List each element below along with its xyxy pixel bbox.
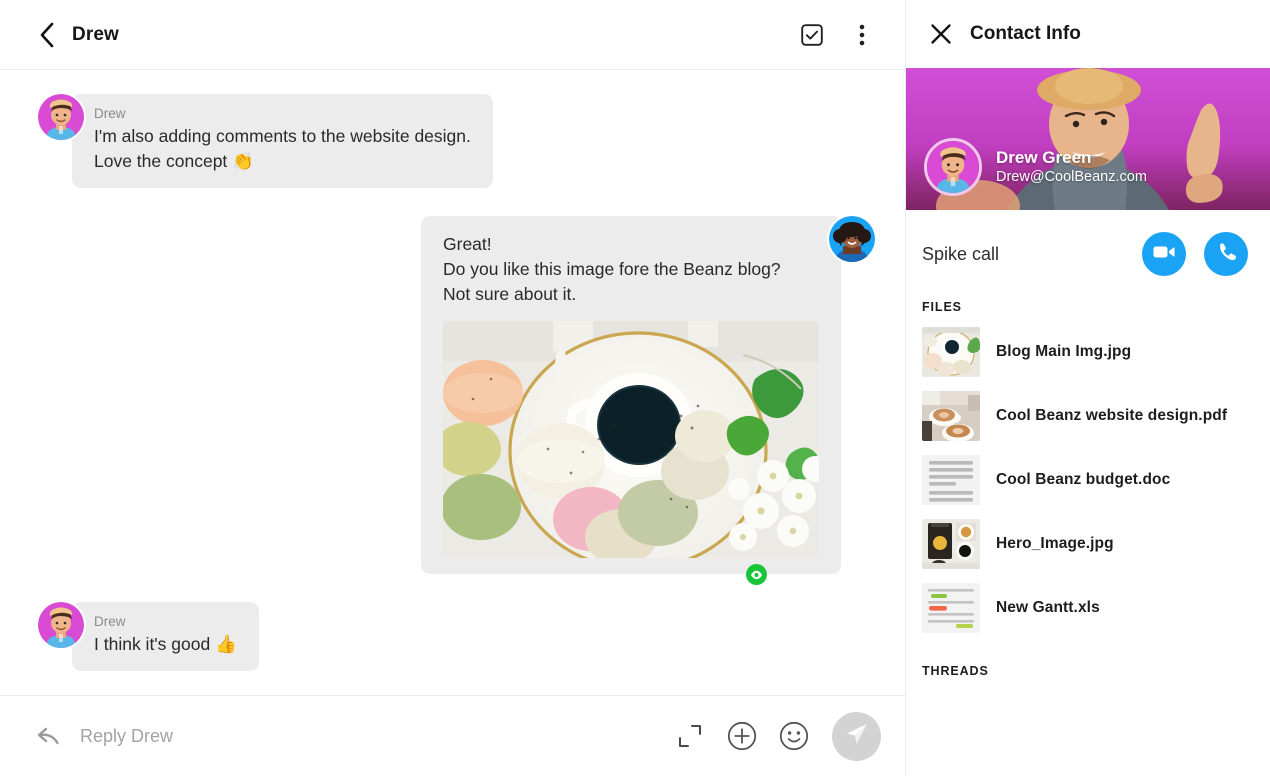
plus-circle-icon[interactable] [724,718,760,754]
spike-call-label: Spike call [922,243,1000,264]
contact-info-title: Contact Info [970,23,1081,44]
avatar-drew[interactable] [38,94,84,140]
file-list-item[interactable]: Cool Beanz website design.pdf [906,384,1270,448]
more-vertical-icon[interactable] [845,18,879,52]
message-text-line: Great! [443,234,492,254]
contact-name: Drew Green [996,148,1092,167]
avatar-me[interactable] [829,216,875,262]
message-sender: Drew [94,614,126,629]
message-text-line: Do you like this image fore the Beanz bl… [443,259,781,279]
video-call-button[interactable] [1142,232,1186,276]
avatar-drew[interactable] [924,138,982,196]
file-list-item[interactable]: Blog Main Img.jpg [906,320,1270,384]
message-bubble: Drew I'm also adding comments to the web… [72,94,493,188]
contact-email: Drew@CoolBeanz.com [996,169,1147,185]
phone-call-button[interactable] [1204,232,1248,276]
send-paper-plane-icon [844,721,870,752]
file-name: New Gantt.xls [996,599,1100,616]
avatar-drew[interactable] [38,602,84,648]
message-text-line: Love the concept 👏 [94,151,254,171]
contact-cover-photo: Drew Green Drew@CoolBeanz.com [906,68,1270,210]
contact-info-header: Contact Info [906,0,1270,68]
send-button[interactable] [832,711,881,761]
file-thumbnail-doc-lines [922,455,980,505]
phone-icon [1216,242,1236,267]
close-x-icon[interactable] [928,21,954,47]
checkbox-square-icon[interactable] [795,18,829,52]
chat-app-window: Drew Drew I'm also adding comments to th… [0,0,1270,776]
contact-identity-text: Drew Green Drew@CoolBeanz.com [996,147,1147,187]
message-image-macarons-coffee[interactable] [443,321,819,558]
message-list[interactable]: Drew I'm also adding comments to the web… [0,70,905,695]
message-composer [0,695,905,776]
message-bubble: Drew I think it's good 👍 [72,602,259,671]
file-name: Blog Main Img.jpg [996,343,1132,360]
message-sender: Drew [94,106,126,121]
message-row-incoming: Drew I'm also adding comments to the web… [0,94,905,188]
file-thumbnail-photo-two-lattes [922,391,980,441]
message-row-outgoing: Great! Do you like this image fore the B… [0,216,905,585]
file-name: Hero_Image.jpg [996,535,1114,552]
video-camera-icon [1153,244,1175,265]
expand-corners-icon[interactable] [672,718,708,754]
file-thumbnail-photo-macarons-coffee [922,327,980,377]
file-list-item[interactable]: New Gantt.xls [906,576,1270,640]
message-text-line: I think it's good 👍 [94,634,237,654]
message-text-line: Not sure about it. [443,284,577,304]
chat-pane: Drew Drew I'm also adding comments to th… [0,0,905,776]
contact-cover-identity: Drew Green Drew@CoolBeanz.com [924,138,1147,196]
chevron-left-icon[interactable] [36,22,58,48]
contact-info-pane: Contact Info Drew Green Drew@CoolBeanz.c… [905,0,1270,776]
message-row-incoming: Drew I think it's good 👍 [0,602,905,671]
chat-header: Drew [0,0,905,70]
message-text-line: I'm also adding comments to the website … [94,126,471,146]
read-receipt-eye-icon [746,564,767,585]
files-section-label: FILES [922,300,962,314]
spike-call-row: Spike call [906,210,1270,276]
file-name: Cool Beanz budget.doc [996,471,1171,488]
threads-section-label: THREADS [922,664,989,678]
smiley-icon[interactable] [776,718,812,754]
reply-arrow-icon[interactable] [36,723,62,749]
file-list-item[interactable]: Hero_Image.jpg [906,512,1270,576]
file-name: Cool Beanz website design.pdf [996,407,1228,424]
file-thumbnail-photo-coffee-bag [922,519,980,569]
file-thumbnail-gantt-lines [922,583,980,633]
file-list-item[interactable]: Cool Beanz budget.doc [906,448,1270,512]
reply-input[interactable] [80,725,656,747]
page-title: Drew [72,23,119,45]
message-bubble: Great! Do you like this image fore the B… [421,216,841,585]
